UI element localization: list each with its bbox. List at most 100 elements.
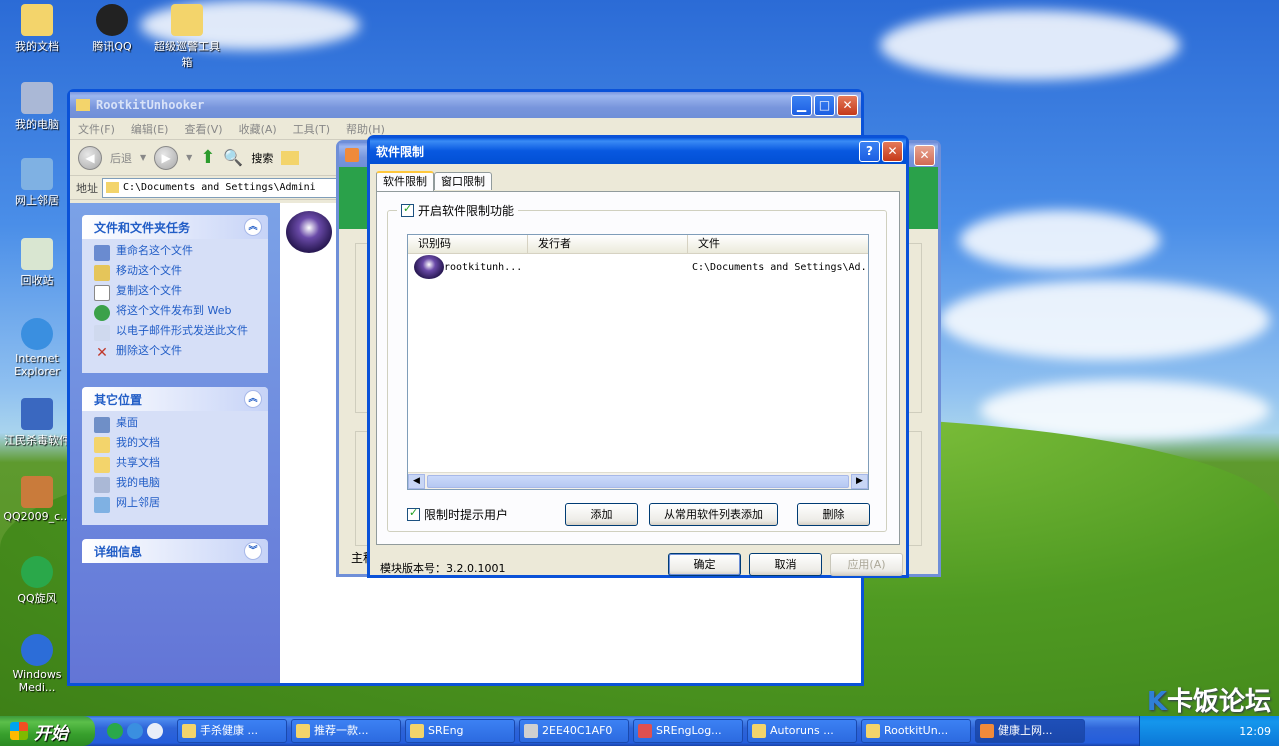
- desktop-icon-recycle-bin[interactable]: 回收站: [2, 238, 72, 288]
- chevron-down-icon[interactable]: ▼: [186, 153, 192, 162]
- scrollbar-thumb[interactable]: [427, 474, 849, 488]
- desktop-icon: [94, 417, 110, 433]
- column-header-publisher[interactable]: 发行者: [528, 235, 688, 253]
- desktop-icon-my-computer[interactable]: 我的电脑: [2, 82, 72, 132]
- column-header-file[interactable]: 文件: [688, 235, 868, 253]
- system-tray: 12:09: [1139, 716, 1279, 746]
- panel-header[interactable]: 文件和文件夹任务 ︽: [82, 215, 268, 239]
- media-player-icon: [21, 634, 53, 666]
- desktop-icon-media-player[interactable]: Windows Medi...: [2, 634, 72, 694]
- desktop-icon-my-documents[interactable]: 我的文档: [2, 4, 72, 54]
- restriction-listview[interactable]: 识别码 发行者 文件 rootkitunh... C:\Documents an…: [407, 234, 869, 490]
- antivirus-icon: [21, 398, 53, 430]
- taskbar-item[interactable]: SREng: [405, 719, 515, 743]
- collapse-chevron-icon[interactable]: ︽: [244, 390, 262, 408]
- help-button[interactable]: ?: [859, 140, 880, 162]
- minimize-button[interactable]: ▁: [791, 94, 812, 116]
- apply-button[interactable]: 应用(A): [830, 553, 903, 576]
- desktop-icon-qq2009[interactable]: QQ2009_c...: [2, 476, 72, 523]
- place-shared-documents[interactable]: 共享文档: [94, 457, 258, 473]
- close-button[interactable]: ✕: [882, 140, 903, 162]
- menu-view[interactable]: 查看(V): [184, 121, 222, 137]
- expand-chevron-icon[interactable]: ︾: [244, 542, 262, 560]
- tab-window-restriction[interactable]: 窗口限制: [434, 172, 492, 190]
- task-move[interactable]: 移动这个文件: [94, 265, 258, 281]
- taskbar-item[interactable]: 手杀健康 ...: [177, 719, 287, 743]
- taskbar-item[interactable]: 2EE40C1AF0: [519, 719, 629, 743]
- clock[interactable]: 12:09: [1239, 725, 1271, 738]
- task-copy[interactable]: 复制这个文件: [94, 285, 258, 301]
- folders-icon[interactable]: [281, 150, 300, 165]
- search-icon[interactable]: 🔍: [223, 148, 243, 167]
- task-delete[interactable]: ✕ 删除这个文件: [94, 345, 258, 362]
- maximize-button[interactable]: □: [814, 94, 835, 116]
- prompt-user-checkbox-row[interactable]: 限制时提示用户: [407, 506, 508, 523]
- recycle-bin-icon: [21, 238, 53, 270]
- enable-restriction-checkbox[interactable]: [401, 202, 414, 217]
- installer-icon: [21, 476, 53, 508]
- place-network[interactable]: 网上邻居: [94, 497, 258, 513]
- desktop-icon-network[interactable]: 网上邻居: [2, 158, 72, 208]
- task-email[interactable]: 以电子邮件形式发送此文件: [94, 325, 258, 341]
- column-header-id[interactable]: 识别码: [408, 235, 528, 253]
- taskbar-item[interactable]: Autoruns ...: [747, 719, 857, 743]
- taskbar-item[interactable]: RootkitUn...: [861, 719, 971, 743]
- prompt-user-checkbox[interactable]: [407, 506, 420, 521]
- up-folder-icon[interactable]: ⬆: [200, 147, 215, 168]
- desktop-icon-toolbox[interactable]: 超级巡警工具箱: [152, 4, 222, 70]
- watermark-logo-k: K: [1146, 687, 1167, 717]
- taskbar-item[interactable]: 推荐一款...: [291, 719, 401, 743]
- back-arrow-icon[interactable]: ◀: [78, 145, 102, 170]
- close-button[interactable]: ✕: [914, 144, 935, 166]
- task-publish-web[interactable]: 将这个文件发布到 Web: [94, 305, 258, 321]
- back-label[interactable]: 后退: [110, 150, 132, 166]
- place-my-documents[interactable]: 我的文档: [94, 437, 258, 453]
- quick-launch-ie-icon[interactable]: [127, 723, 143, 739]
- table-row[interactable]: rootkitunh... C:\Documents and Settings\…: [408, 254, 868, 280]
- delete-button[interactable]: 删除: [797, 503, 870, 526]
- search-label[interactable]: 搜索: [251, 150, 273, 166]
- taskbar: 开始 手杀健康 ... 推荐一款... SREng 2EE40C1AF0 SRE…: [0, 716, 1279, 746]
- dialog-title: 软件限制: [376, 144, 425, 159]
- start-button[interactable]: 开始: [0, 716, 95, 746]
- window-icon: [182, 724, 196, 738]
- taskbar-item-active[interactable]: 健康上网...: [975, 719, 1085, 743]
- tab-software-restriction[interactable]: 软件限制: [376, 171, 434, 192]
- task-rename[interactable]: 重命名这个文件: [94, 245, 258, 261]
- close-button[interactable]: ✕: [837, 94, 858, 116]
- enable-restriction-checkbox-row[interactable]: 开启软件限制功能: [397, 202, 519, 219]
- menu-file[interactable]: 文件(F): [78, 121, 115, 137]
- delete-x-icon: ✕: [96, 345, 108, 361]
- cancel-button[interactable]: 取消: [749, 553, 822, 576]
- horizontal-scrollbar[interactable]: ◀ ▶: [408, 472, 868, 489]
- cloud: [880, 10, 1180, 80]
- dialog-titlebar[interactable]: 软件限制 ? ✕: [370, 138, 906, 164]
- chevron-down-icon[interactable]: ▼: [140, 153, 146, 162]
- add-from-common-list-button[interactable]: 从常用软件列表添加: [649, 503, 778, 526]
- folder-icon: [94, 437, 110, 453]
- whirlwind-icon: [21, 556, 53, 588]
- forward-arrow-icon[interactable]: ▶: [154, 145, 179, 170]
- rootkit-unhooker-file-icon[interactable]: [286, 211, 332, 253]
- menu-edit[interactable]: 编辑(E): [131, 121, 169, 137]
- explorer-titlebar[interactable]: RootkitUnhooker ▁ □ ✕: [70, 92, 861, 118]
- quick-launch-whirlwind-icon[interactable]: [107, 723, 123, 739]
- menu-tools[interactable]: 工具(T): [293, 121, 330, 137]
- collapse-chevron-icon[interactable]: ︽: [244, 218, 262, 236]
- panel-header[interactable]: 详细信息 ︾: [82, 539, 268, 563]
- taskbar-item[interactable]: SREngLog...: [633, 719, 743, 743]
- desktop-icon-qq-whirlwind[interactable]: QQ旋风: [2, 556, 72, 606]
- scroll-left-arrow-icon[interactable]: ◀: [408, 473, 425, 489]
- menu-favorites[interactable]: 收藏(A): [239, 121, 277, 137]
- desktop-icon-ie[interactable]: Internet Explorer: [2, 318, 72, 378]
- add-button[interactable]: 添加: [565, 503, 638, 526]
- place-desktop[interactable]: 桌面: [94, 417, 258, 433]
- desktop-icon-jiangmin[interactable]: 江民杀毒软件: [2, 398, 72, 448]
- desktop-icon-qq[interactable]: 腾讯QQ: [77, 4, 147, 54]
- quick-launch: [107, 723, 163, 739]
- quick-launch-browser-icon[interactable]: [147, 723, 163, 739]
- panel-header[interactable]: 其它位置 ︽: [82, 387, 268, 411]
- place-my-computer[interactable]: 我的电脑: [94, 477, 258, 493]
- scroll-right-arrow-icon[interactable]: ▶: [851, 473, 868, 489]
- ok-button[interactable]: 确定: [668, 553, 741, 576]
